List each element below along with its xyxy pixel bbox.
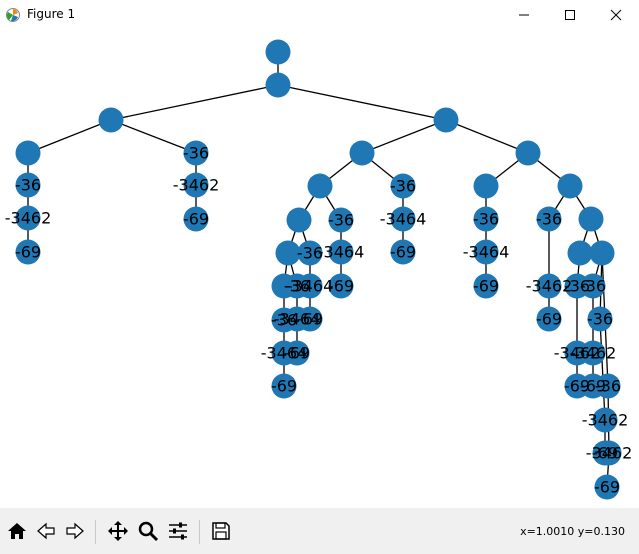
tree-node <box>473 173 499 199</box>
tree-node <box>589 240 615 266</box>
node-label: -36 <box>183 144 209 163</box>
node-label: -36 <box>271 311 297 330</box>
magnifier-icon <box>138 521 159 542</box>
node-label: -69 <box>271 377 297 396</box>
home-icon <box>8 523 26 539</box>
node-label: -36 <box>580 277 606 296</box>
node-label: -36 <box>595 377 621 396</box>
tree-edge <box>110 84 279 121</box>
node-label: -3464 <box>318 243 365 262</box>
tree-node <box>286 207 312 233</box>
tree-node <box>433 107 459 133</box>
tree-edge <box>277 84 447 121</box>
node-label: -3464 <box>261 344 308 363</box>
node-label: -69 <box>473 277 499 296</box>
zoom-button[interactable] <box>134 517 162 545</box>
node-label: -3462 <box>586 444 633 463</box>
move-arrows-icon <box>108 521 128 541</box>
pan-button[interactable] <box>104 517 132 545</box>
cursor-coordinates: x=1.0010 y=0.130 <box>520 525 625 538</box>
matplotlib-icon <box>6 8 20 22</box>
configure-subplots-button[interactable] <box>164 517 192 545</box>
tree-edge <box>445 119 529 154</box>
tree-nodes <box>15 39 622 500</box>
tree-edge <box>361 119 447 154</box>
save-button[interactable] <box>207 517 235 545</box>
maximize-icon <box>565 10 575 20</box>
node-label: -3462 <box>5 209 52 228</box>
floppy-disk-icon <box>212 522 230 540</box>
tree-node <box>578 206 604 232</box>
node-label: -3464 <box>380 210 427 229</box>
tree-node <box>349 140 375 166</box>
node-label: -3462 <box>173 176 220 195</box>
node-label: -36 <box>297 244 323 263</box>
window-title: Figure 1 <box>27 7 76 21</box>
tree-node <box>265 39 291 65</box>
tree-node <box>567 240 593 266</box>
title-bar: Figure 1 <box>0 0 639 30</box>
node-label: -69 <box>390 243 416 262</box>
tree-node <box>557 173 583 199</box>
tree-edge <box>599 318 606 421</box>
toolbar-separator <box>199 520 200 544</box>
node-label: -69 <box>594 478 620 497</box>
tree-edge <box>27 119 112 154</box>
close-icon <box>610 9 622 21</box>
minimize-button[interactable] <box>501 0 547 30</box>
back-button[interactable] <box>32 517 60 545</box>
node-label: -36 <box>536 210 562 229</box>
maximize-button[interactable] <box>547 0 593 30</box>
close-button[interactable] <box>593 0 639 30</box>
tree-node <box>515 140 541 166</box>
forward-arrow-icon <box>66 522 84 540</box>
node-label: -69 <box>15 243 41 262</box>
home-button[interactable] <box>3 517 31 545</box>
minimize-icon <box>519 14 529 16</box>
node-label: -36 <box>284 277 310 296</box>
tree-node <box>15 140 41 166</box>
node-label: -3462 <box>582 411 629 430</box>
node-label: -36 <box>15 176 41 195</box>
node-label: -36 <box>587 310 613 329</box>
node-label: -69 <box>183 210 209 229</box>
tree-plot: -36-36-3462-69-3462-69-36-3464-69-36-346… <box>5 39 633 500</box>
node-label: -3462 <box>570 344 617 363</box>
node-label: -3464 <box>463 243 510 262</box>
forward-button[interactable] <box>61 517 89 545</box>
back-arrow-icon <box>37 522 55 540</box>
toolbar-separator <box>95 520 96 544</box>
node-label: -36 <box>473 210 499 229</box>
node-label: -36 <box>328 211 354 230</box>
node-label: -69 <box>536 310 562 329</box>
figure-canvas[interactable]: -36 -36 -3462 -69 -3462 -69 -36 -3464 -69 -36 -346… <box>0 30 639 508</box>
tree-node <box>265 72 291 98</box>
navigation-toolbar: x=1.0010 y=0.130 <box>0 508 639 554</box>
node-label: -36 <box>390 177 416 196</box>
tree-node <box>307 173 333 199</box>
tree-node <box>98 107 124 133</box>
sliders-icon <box>169 522 187 540</box>
